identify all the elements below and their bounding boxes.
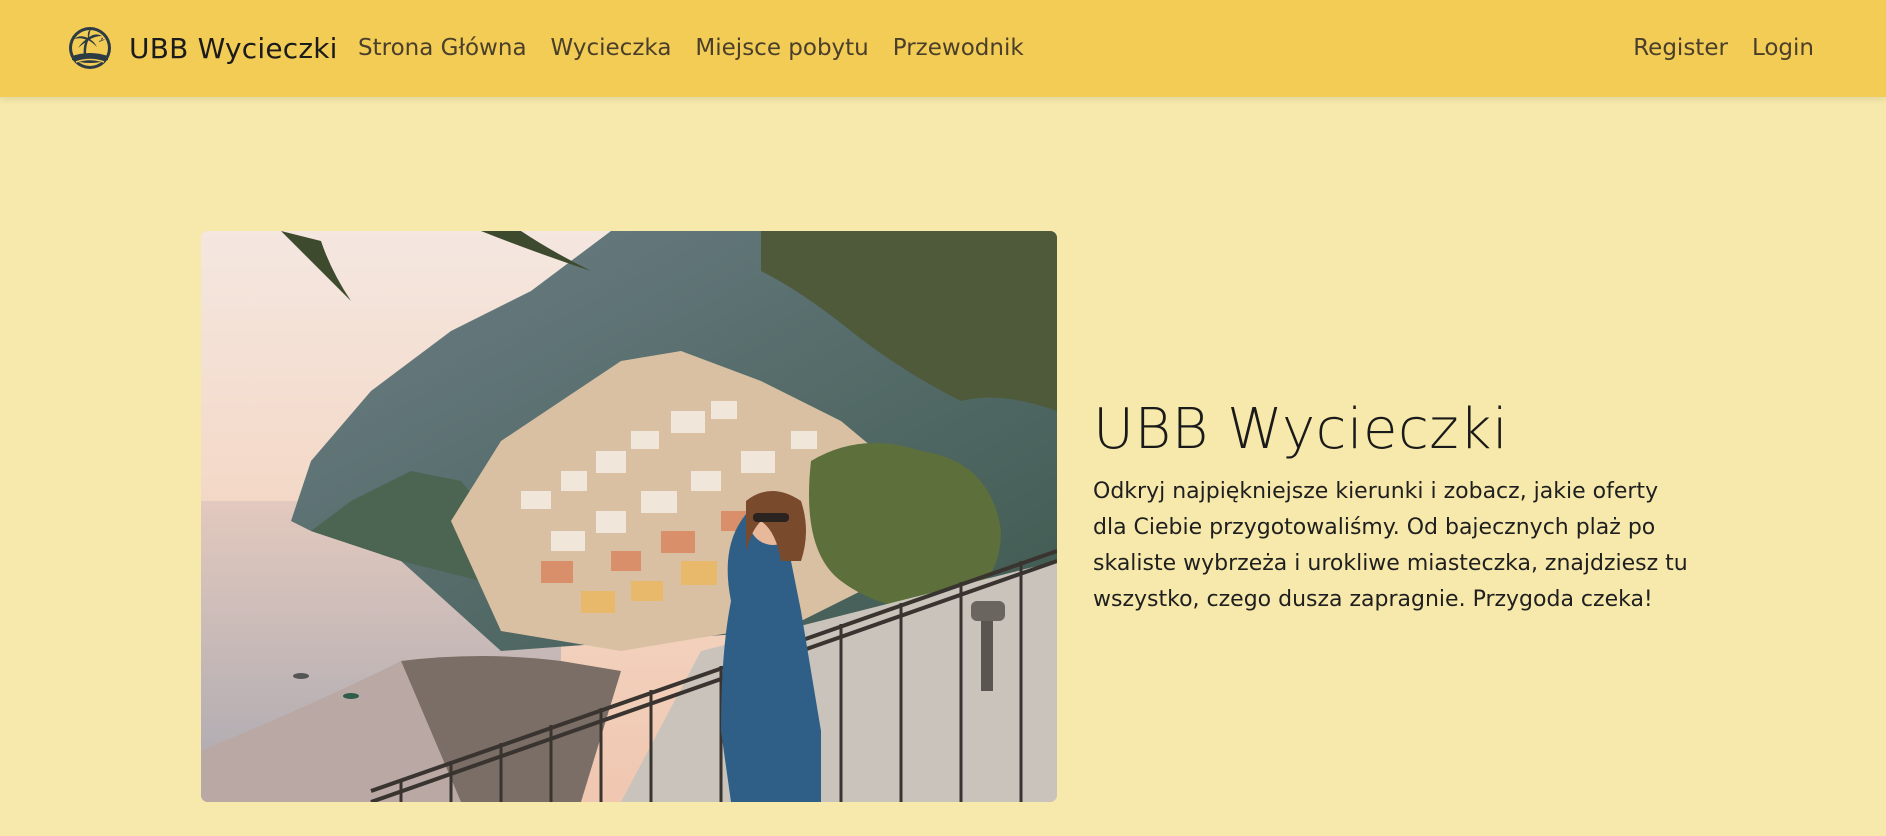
palm-beach-logo-icon: [69, 27, 111, 69]
nav-link-accommodation[interactable]: Miejsce pobytu: [683, 0, 880, 97]
hero-title: UBB Wycieczki: [1093, 397, 1509, 462]
hero-coastal-town-photo: [201, 231, 1057, 802]
nav-link-home[interactable]: Strona Główna: [346, 0, 539, 97]
brand-name: UBB Wycieczki: [129, 31, 338, 65]
main-nav: Strona Główna Wycieczka Miejsce pobytu P…: [346, 0, 1036, 97]
auth-nav: Register Login: [1621, 0, 1826, 97]
hero-description: Odkryj najpiękniejsze kierunki i zobacz,…: [1093, 479, 1688, 612]
login-link[interactable]: Login: [1740, 0, 1826, 97]
nav-link-trip[interactable]: Wycieczka: [539, 0, 684, 97]
hero-text-block: UBB Wycieczki Odkryj najpiękniejsze kier…: [1093, 394, 1693, 618]
brand-link[interactable]: UBB Wycieczki: [68, 25, 338, 71]
nav-link-guide[interactable]: Przewodnik: [881, 0, 1036, 97]
top-navbar: UBB Wycieczki Strona Główna Wycieczka Mi…: [0, 0, 1886, 97]
register-link[interactable]: Register: [1621, 0, 1740, 97]
